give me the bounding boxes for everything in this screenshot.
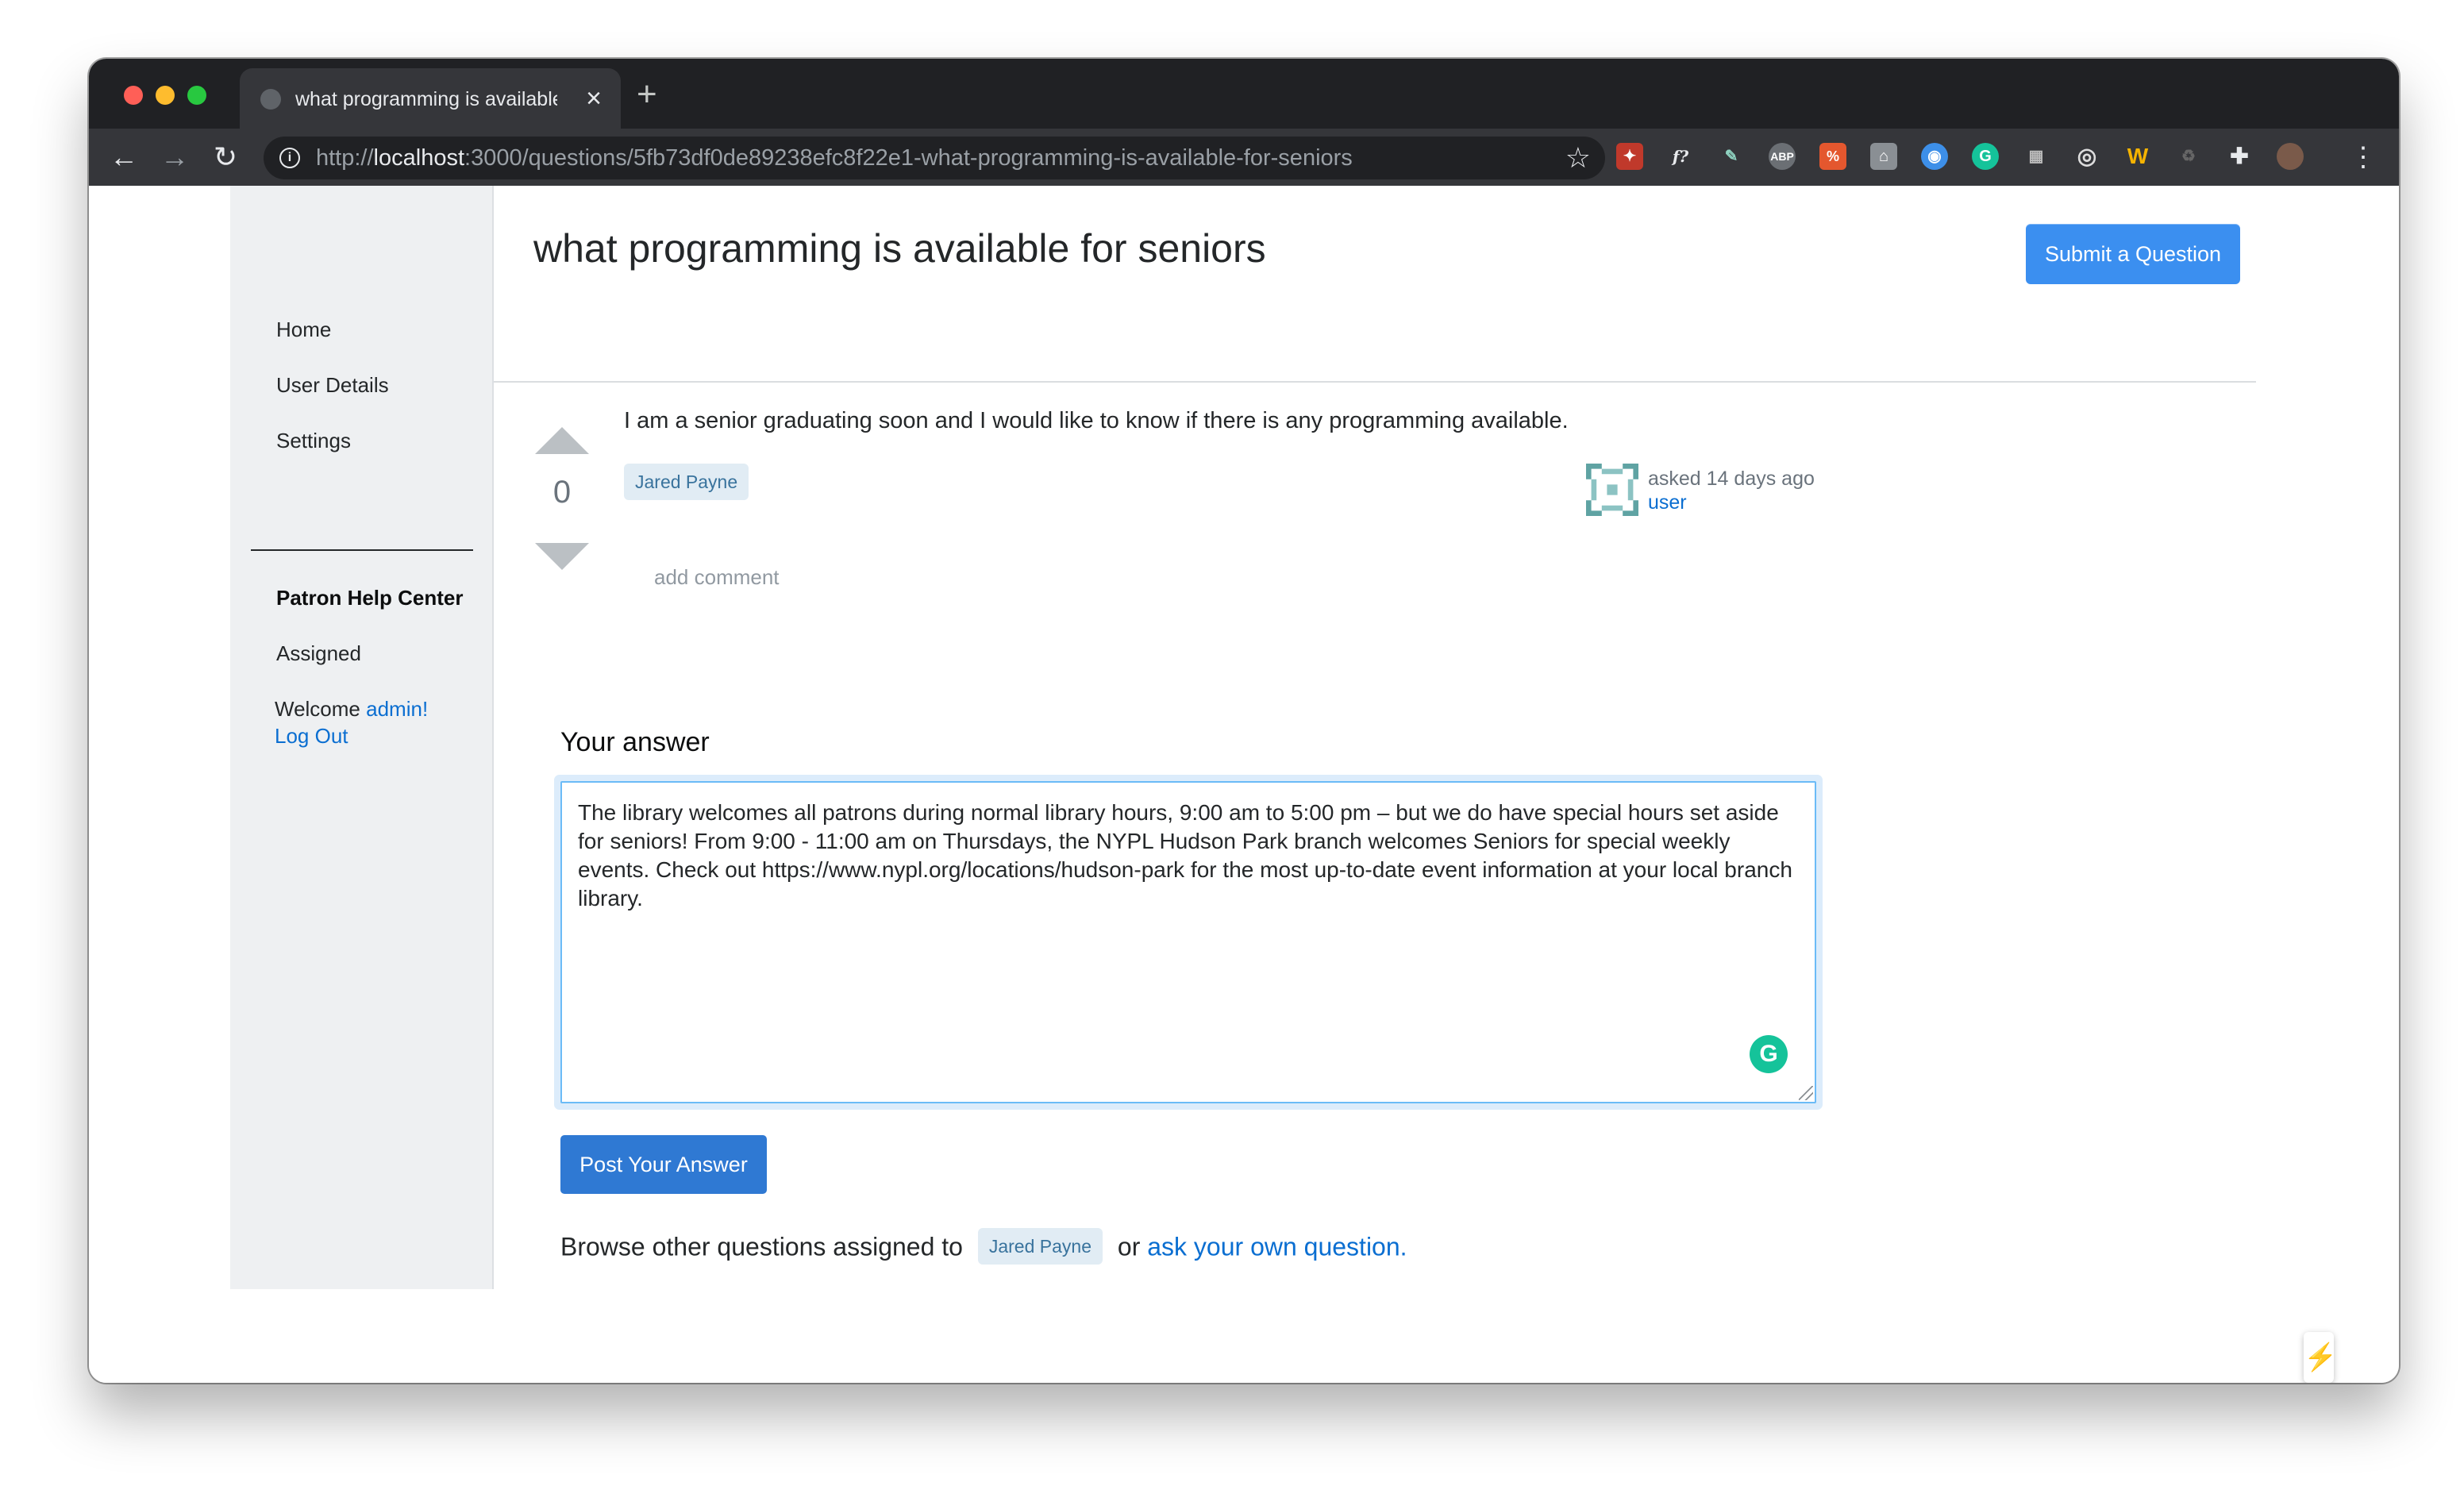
globe-icon — [260, 89, 281, 110]
address-bar[interactable]: i http://localhost:3000/questions/5fb73d… — [264, 137, 1605, 179]
asker-link[interactable]: user — [1648, 491, 1815, 514]
sidebar-item-assigned[interactable]: Assigned — [276, 641, 361, 666]
sidebar: Home User Details Settings Patron Help C… — [230, 186, 494, 1289]
logout-link[interactable]: Log Out — [275, 724, 348, 748]
browser-tab[interactable]: what programming is available for senior… — [240, 68, 621, 129]
grammarly-extension-icon[interactable]: G — [1972, 143, 1999, 170]
submit-question-button[interactable]: Submit a Question — [2026, 224, 2240, 284]
browse-tag[interactable]: Jared Payne — [977, 1228, 1103, 1265]
target-extension-icon[interactable]: ◎ — [2073, 143, 2100, 170]
profile-avatar[interactable] — [2277, 143, 2304, 170]
header-divider — [494, 381, 2256, 383]
new-tab-icon[interactable]: + — [637, 75, 657, 114]
post-answer-button[interactable]: Post Your Answer — [560, 1135, 767, 1194]
lightning-icon[interactable]: ⚡ — [2304, 1332, 2337, 1383]
url-text: http://localhost:3000/questions/5fb73df0… — [316, 145, 1353, 171]
tab-title: what programming is available for senior… — [295, 88, 557, 110]
question-tag[interactable]: Jared Payne — [624, 464, 749, 500]
puzzle-extensions-icon[interactable]: ✚ — [2226, 143, 2253, 170]
sidebar-item-user-details[interactable]: User Details — [276, 373, 389, 398]
close-tab-icon[interactable]: × — [586, 83, 602, 114]
your-answer-label: Your answer — [560, 727, 710, 757]
asked-time: asked 14 days ago — [1648, 468, 1815, 490]
back-icon[interactable]: ← — [106, 140, 141, 175]
or-text: or — [1117, 1232, 1141, 1261]
answer-textarea[interactable]: The library welcomes all patrons during … — [560, 781, 1816, 1103]
add-comment-link[interactable]: add comment — [654, 565, 780, 590]
sidebar-item-settings[interactable]: Settings — [276, 429, 351, 453]
ask-question-link[interactable]: ask your own question. — [1147, 1232, 1407, 1261]
browser-menu-icon[interactable]: ⋮ — [2350, 140, 2377, 175]
extension-icon[interactable]: ✦ — [1616, 143, 1643, 170]
browse-questions-line: Browse other questions assigned to Jared… — [560, 1228, 1407, 1267]
grammarly-icon[interactable]: G — [1750, 1035, 1788, 1073]
page-content: Home User Details Settings Patron Help C… — [89, 186, 2399, 1383]
site-info-icon[interactable]: i — [279, 148, 300, 168]
question-body: I am a senior graduating soon and I woul… — [624, 408, 1569, 433]
identicon-avatar — [1586, 464, 1638, 516]
page-title: what programming is available for senior… — [533, 226, 1266, 271]
eye-extension-icon[interactable]: ◉ — [1921, 143, 1948, 170]
formula-extension-icon[interactable]: f? — [1667, 143, 1694, 170]
minimize-window-button[interactable] — [156, 86, 175, 105]
w-extension-icon[interactable]: W — [2124, 143, 2151, 170]
bookmark-star-icon[interactable]: ☆ — [1565, 141, 1591, 175]
resize-handle-icon[interactable] — [1799, 1086, 1813, 1100]
browse-prefix: Browse other questions assigned to — [560, 1232, 963, 1261]
close-window-button[interactable] — [124, 86, 143, 105]
vote-count: 0 — [552, 475, 572, 510]
sidebar-item-home[interactable]: Home — [276, 318, 331, 342]
profile-extension-icon[interactable]: ⌂ — [1870, 143, 1897, 170]
browser-toolbar: ← → ↻ i http://localhost:3000/questions/… — [89, 129, 2399, 186]
grid-extension-icon[interactable]: ▦ — [2023, 143, 2050, 170]
tab-bar: what programming is available for senior… — [89, 59, 2399, 129]
browser-window: what programming is available for senior… — [89, 59, 2399, 1383]
answer-text[interactable]: The library welcomes all patrons during … — [562, 783, 1813, 1100]
forward-icon[interactable]: → — [157, 140, 192, 175]
reload-icon[interactable]: ↻ — [208, 140, 243, 175]
sidebar-section-title: Patron Help Center — [276, 586, 464, 610]
username-link[interactable]: admin! — [366, 697, 428, 721]
asked-info: asked 14 days ago user — [1648, 467, 1815, 514]
downvote-arrow-icon[interactable] — [535, 543, 589, 570]
pen-extension-icon[interactable]: ✎ — [1718, 143, 1745, 170]
adblock-icon[interactable]: ABP — [1769, 143, 1796, 170]
sidebar-divider — [251, 549, 473, 551]
percent-extension-icon[interactable]: % — [1819, 143, 1846, 170]
recycle-extension-icon[interactable]: ♻ — [2175, 143, 2202, 170]
welcome-text: Welcome — [275, 697, 360, 721]
upvote-arrow-icon[interactable] — [535, 427, 589, 454]
maximize-window-button[interactable] — [187, 86, 206, 105]
welcome-block: Welcome admin! Log Out — [275, 695, 428, 749]
